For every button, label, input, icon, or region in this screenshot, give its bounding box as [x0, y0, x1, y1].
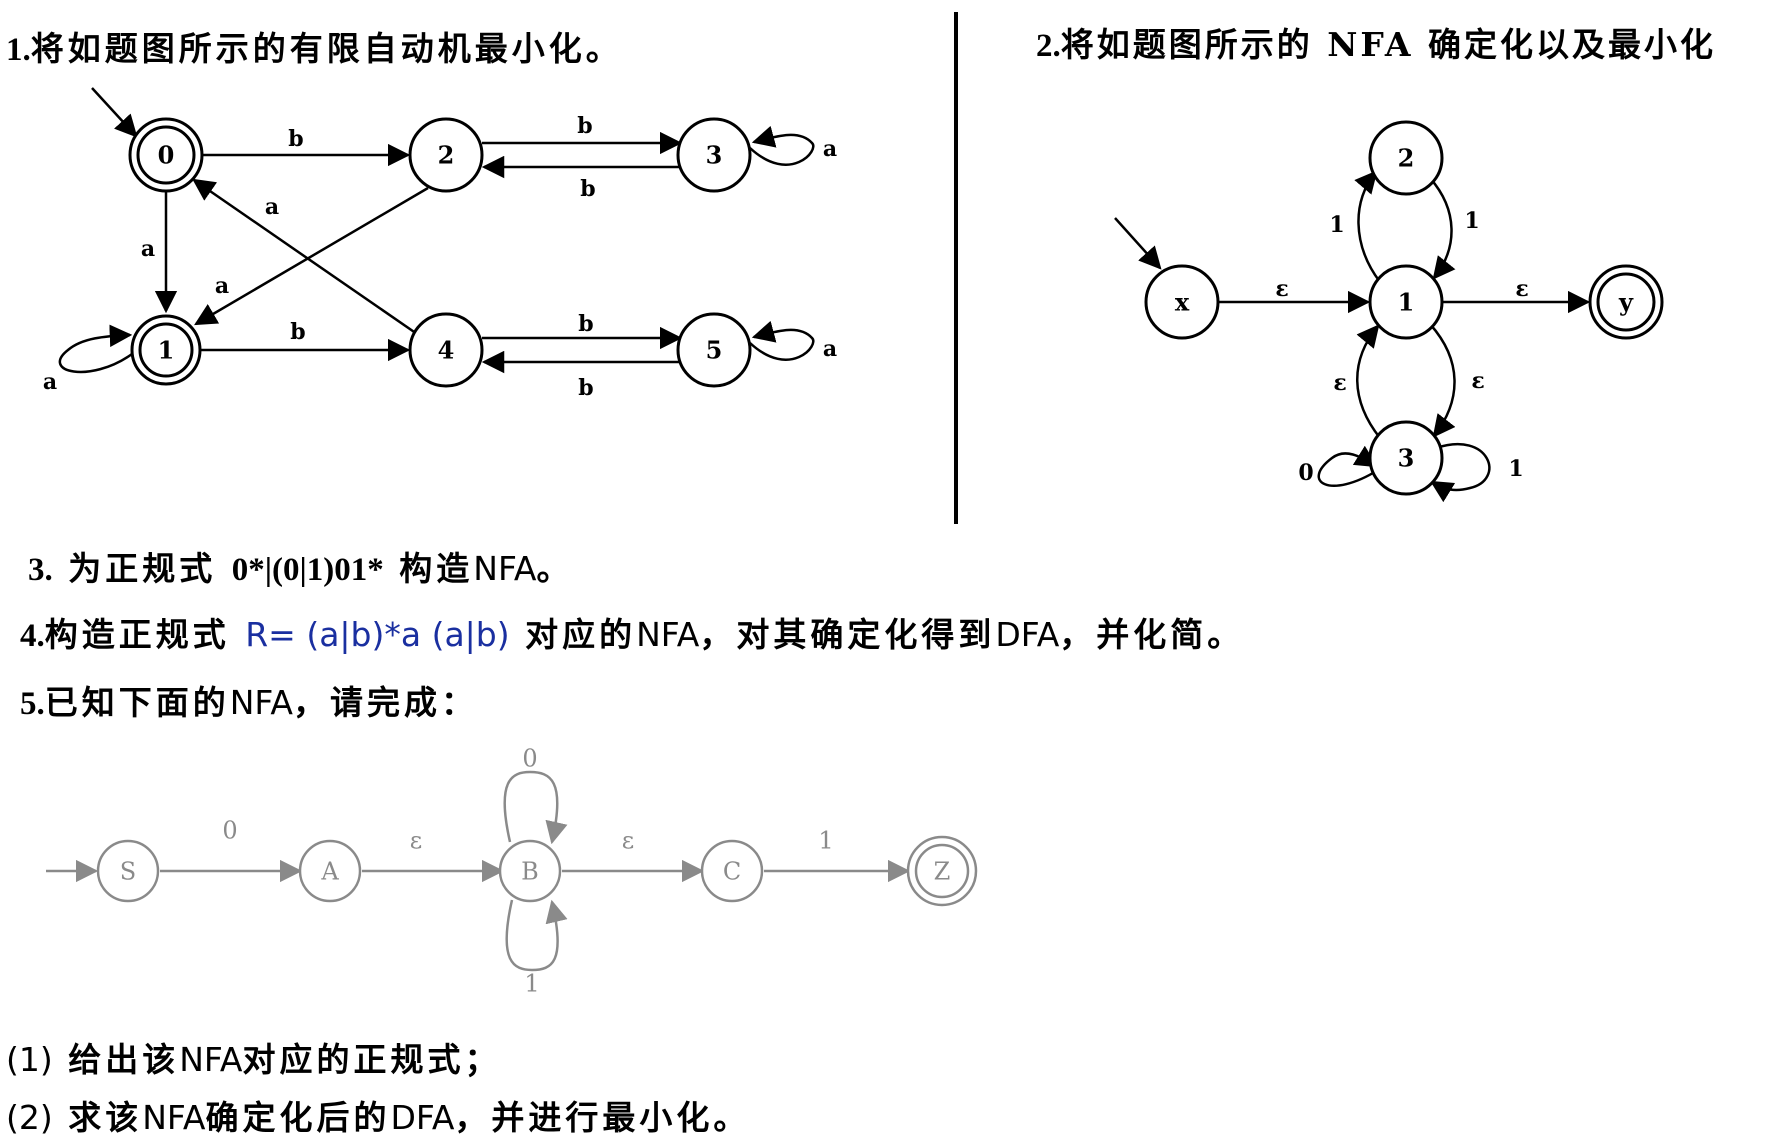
d1-state-0-label: 0	[158, 141, 175, 170]
d1-state-1-label: 1	[158, 336, 175, 365]
d2-label-3-3-0: 0	[1298, 460, 1313, 486]
d1-state-2-label: 2	[438, 141, 455, 170]
d1-start-arrow	[91, 87, 138, 138]
d1-label-0-2: b	[288, 126, 303, 152]
d3-state-B-label: B	[521, 858, 539, 886]
d3-label-A-B: ε	[410, 827, 422, 855]
d1-label-1-1: a	[43, 369, 57, 395]
d3-label-S-A: 0	[222, 817, 237, 845]
d1-state-4-label: 4	[438, 336, 455, 365]
d2-edge-3-1	[1356, 324, 1381, 439]
d1-state-5-label: 5	[706, 336, 723, 365]
d3-label-B-B-1: 1	[524, 970, 539, 998]
d2-label-1-y: ε	[1515, 276, 1528, 302]
d1-label-4-5: b	[578, 311, 593, 337]
d1-label-2-3: b	[577, 113, 592, 139]
d3-label-C-Z: 1	[818, 827, 833, 855]
d1-label-5-5: a	[823, 336, 837, 362]
d1-label-2-1: a	[215, 273, 229, 299]
d3-state-C-label: C	[723, 858, 741, 886]
d2-state-2-label: 2	[1398, 144, 1415, 173]
d2-label-3-3-1: 1	[1508, 456, 1523, 482]
d2-state-x-label: x	[1175, 288, 1190, 317]
d1-label-0-1: a	[141, 236, 155, 262]
d3-label-B-B-0: 0	[522, 745, 537, 773]
d1-edge-1-1	[58, 324, 133, 374]
d1-label-3-2: b	[580, 176, 595, 202]
d2-label-1-2: 1	[1329, 212, 1344, 238]
d2-edge-2-1	[1429, 177, 1456, 280]
d1-edge-2-1	[194, 186, 429, 326]
d3-label-B-C: ε	[622, 827, 634, 855]
d2-edge-1-3	[1429, 323, 1456, 438]
d1-label-3-3: a	[823, 136, 837, 162]
diagram-3: 0 ε 0 1 ε 1 S A B C Z	[46, 745, 978, 998]
d2-label-x-1: ε	[1275, 276, 1288, 302]
d1-edge-3-3	[749, 125, 815, 166]
d2-state-y-label: y	[1618, 288, 1634, 317]
d1-state-3-label: 3	[706, 141, 723, 170]
d2-state-1-label: 1	[1398, 288, 1415, 317]
diagram-2: ε ε 1 1 ε ε 0 1 x 1 2 3 y	[1114, 120, 1664, 503]
d1-edge-5-5	[749, 320, 815, 361]
diagrams-canvas: b b b a a a a a b b b a 0 1 2 3 4 5 ε ε …	[43, 87, 1664, 998]
d3-state-S-label: S	[120, 858, 136, 886]
d2-edge-1-2	[1354, 170, 1381, 283]
d1-label-4-0: a	[265, 194, 279, 220]
d3-edge-B-B-1	[505, 899, 568, 972]
d2-label-2-1: 1	[1464, 208, 1479, 234]
d2-state-3-label: 3	[1398, 444, 1415, 473]
d3-state-A-label: A	[320, 858, 339, 886]
d2-label-1-3: ε	[1471, 368, 1484, 394]
diagram-1: b b b a a a a a b b b a 0 1 2 3 4 5	[43, 87, 837, 401]
d1-label-5-4: b	[578, 375, 593, 401]
d2-start-arrow	[1114, 217, 1162, 270]
d2-label-3-1: ε	[1333, 370, 1346, 396]
d3-state-Z-label: Z	[934, 858, 951, 886]
d1-label-1-4: b	[290, 319, 305, 345]
d3-edge-B-B-0	[503, 770, 568, 845]
